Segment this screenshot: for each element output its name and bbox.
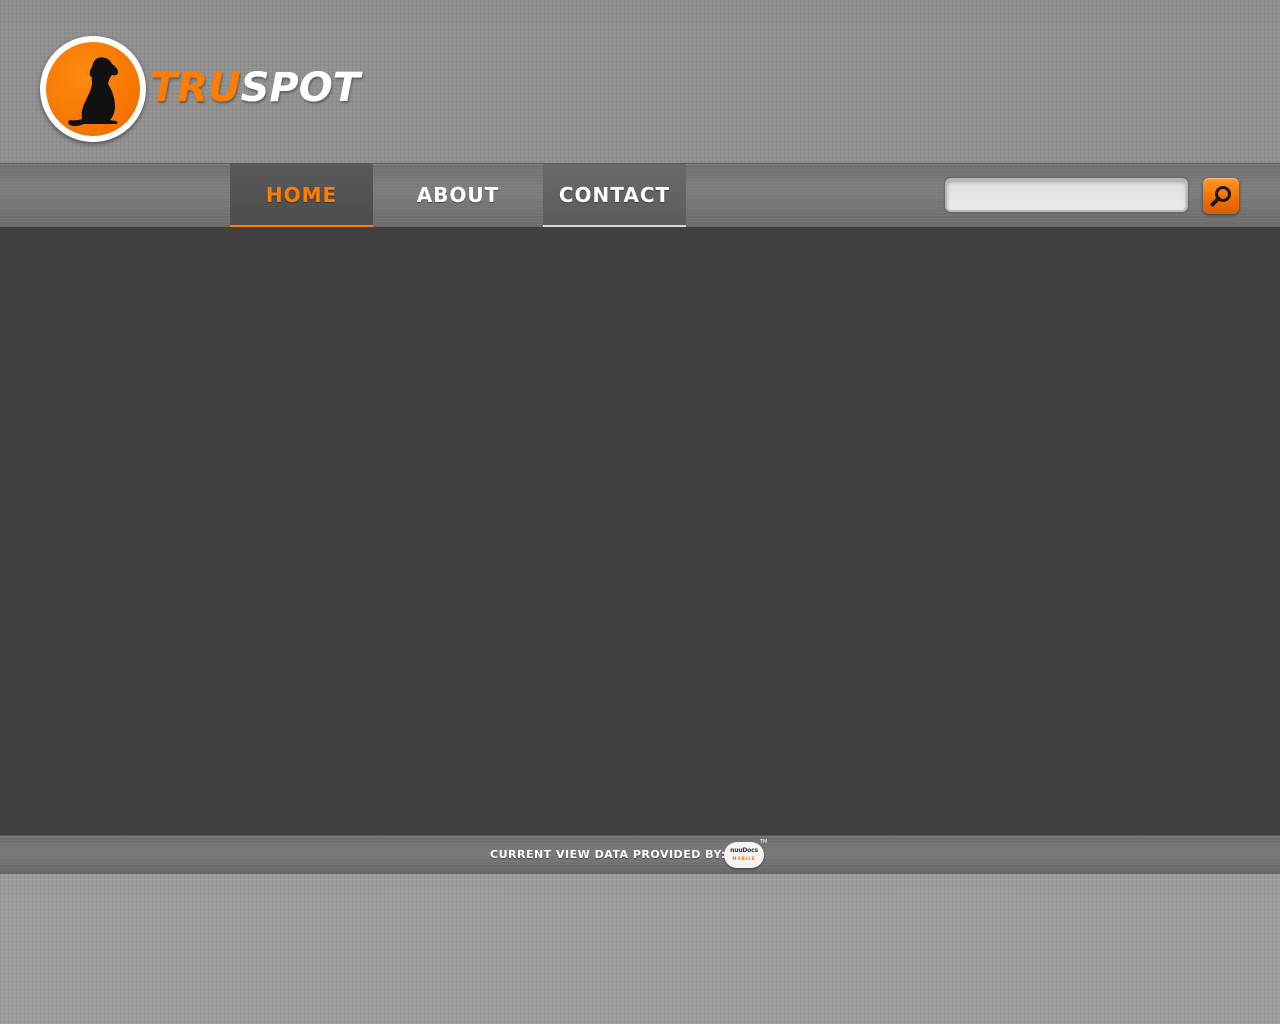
magnifier-icon [1210, 186, 1231, 207]
nav-item-home[interactable]: HOME [230, 164, 373, 227]
sitting-dog-icon [46, 42, 140, 136]
header: TRUSPOT [0, 0, 1280, 163]
provider-logo-sub: MOBILE [732, 856, 756, 861]
provider-logo-cloud [724, 842, 764, 868]
nuudocs-mobile-logo[interactable]: nuuDocs MOBILE TM [724, 839, 768, 869]
logo-text-spot: SPOT [240, 65, 360, 111]
main-nav: HOME ABOUT CONTACT [230, 164, 686, 228]
provider-logo-name: nuuDocs [730, 847, 758, 854]
search-input[interactable] [945, 178, 1188, 212]
nav-item-contact[interactable]: CONTACT [543, 164, 686, 228]
footer: CURRENT VIEW DATA PROVIDED BY: nuuDocs M… [0, 835, 1280, 874]
logo-badge [40, 36, 146, 142]
provider-logo-tm: TM [760, 839, 768, 845]
logo-wordmark: TRUSPOT [150, 64, 360, 112]
nav-item-about[interactable]: ABOUT [373, 164, 543, 225]
footer-credit-text: CURRENT VIEW DATA PROVIDED BY: [490, 848, 726, 861]
truspot-logo[interactable]: TRUSPOT [40, 36, 370, 146]
main-content [0, 227, 1280, 835]
search-button[interactable] [1203, 178, 1239, 214]
logo-text-tru: TRU [150, 65, 241, 111]
